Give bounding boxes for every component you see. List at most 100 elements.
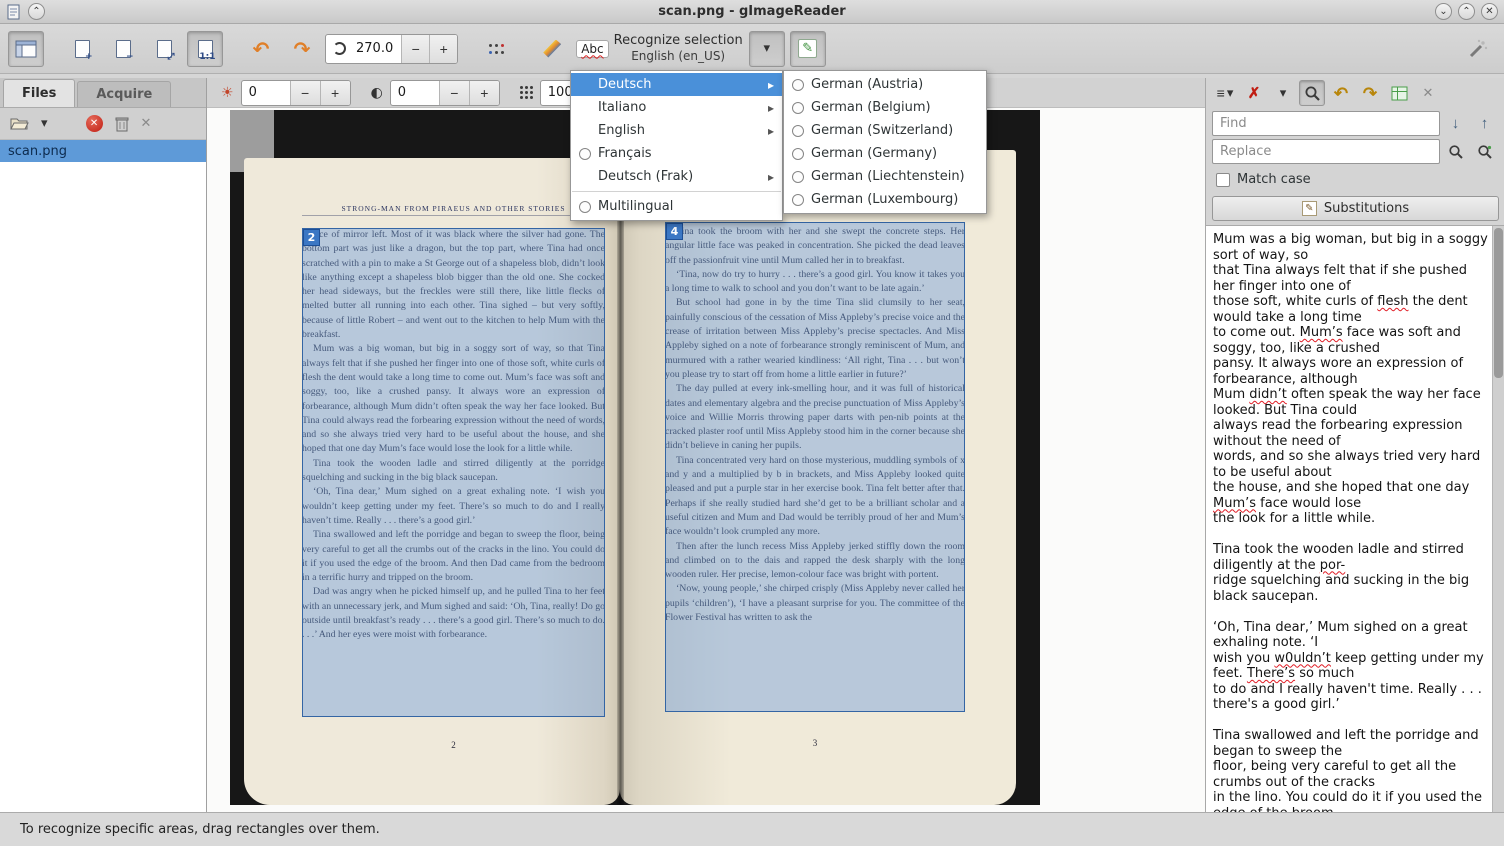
replace-input[interactable] xyxy=(1212,139,1440,164)
brightness-value[interactable]: 0 xyxy=(242,85,290,100)
language-menu-item-italiano[interactable]: Italiano▸ xyxy=(571,96,782,119)
match-case-checkbox[interactable] xyxy=(1216,173,1230,187)
language-menu-item-multilingual[interactable]: Multilingual xyxy=(571,195,782,218)
auto-layout-button[interactable] xyxy=(1460,31,1496,67)
maximize-icon: ⌃ xyxy=(1462,7,1470,17)
recognize-language-dropdown-button[interactable]: ▾ xyxy=(749,31,785,67)
find-next-button[interactable]: ↓ xyxy=(1442,111,1469,136)
rotation-spinbox: 270.0 − + xyxy=(325,34,458,64)
strip-options-dropdown[interactable]: ▾ xyxy=(1270,80,1296,106)
language-submenu-item-german-switzerland-[interactable]: German (Switzerland) xyxy=(784,119,986,142)
tab-acquire[interactable]: Acquire xyxy=(77,81,171,107)
output-scrollbar[interactable] xyxy=(1492,226,1504,812)
insert-mode-button[interactable]: ≡ ▾ xyxy=(1212,80,1238,106)
replace-button[interactable] xyxy=(1442,139,1469,164)
shade-icon: ⌃ xyxy=(32,7,40,17)
open-dropdown-icon[interactable]: ▾ xyxy=(41,116,48,131)
tab-files[interactable]: Files xyxy=(3,79,75,107)
recognize-button[interactable]: Abc Recognize selection English (en_US) xyxy=(575,31,743,67)
brightness-decrease-button[interactable]: − xyxy=(290,81,320,105)
maximize-button[interactable]: ⌃ xyxy=(1458,3,1475,20)
page-selection-button[interactable] xyxy=(478,31,514,67)
selection-region-right[interactable]: 4 xyxy=(665,222,965,712)
zoom-original-button[interactable] xyxy=(187,31,223,67)
file-list[interactable]: scan.png xyxy=(0,140,206,812)
adjust-colors-icon xyxy=(543,40,561,58)
minimize-icon: ⌄ xyxy=(1439,7,1447,17)
contrast-decrease-button[interactable]: − xyxy=(439,81,469,105)
book-header: STRONG-MAN FROM PIRAEUS AND OTHER STORIE… xyxy=(302,204,605,216)
redo-button[interactable]: ↷ xyxy=(1357,80,1383,106)
radio-icon xyxy=(579,201,591,213)
replace-all-icon xyxy=(1477,144,1493,160)
substitutions-button[interactable]: ✎ Substitutions xyxy=(1212,196,1499,221)
find-prev-button[interactable]: ↑ xyxy=(1471,111,1498,136)
clear-output-button[interactable]: ✕ xyxy=(1415,80,1441,106)
adjust-colors-button[interactable] xyxy=(534,31,570,67)
page-number-left: 2 xyxy=(302,740,605,750)
chevron-down-icon: ▾ xyxy=(1280,85,1287,101)
language-menu: Deutsch▸Italiano▸English▸ Français Deutsch… xyxy=(570,70,783,221)
zoom-fit-icon xyxy=(157,40,172,58)
clear-files-icon[interactable]: ✕ xyxy=(141,116,152,131)
open-folder-icon[interactable] xyxy=(10,116,29,131)
language-menu-item-deutsch-frak-[interactable]: Deutsch (Frak)▸ xyxy=(571,165,782,188)
language-submenu: German (Austria)German (Belgium)German (… xyxy=(783,70,987,214)
minimize-button[interactable]: ⌄ xyxy=(1435,3,1452,20)
menu-item-label: Français xyxy=(598,146,774,161)
selection-region-left[interactable]: 2 xyxy=(302,228,605,717)
rotate-left-button[interactable]: ↶ xyxy=(243,31,279,67)
menu-item-gutter xyxy=(790,148,805,160)
rotate-right-icon: ↷ xyxy=(294,39,311,59)
brightness-increase-button[interactable]: + xyxy=(320,81,350,105)
language-submenu-item-german-luxembourg-[interactable]: German (Luxembourg) xyxy=(784,188,986,211)
file-list-item[interactable]: scan.png xyxy=(0,140,206,162)
substitutions-label: Substitutions xyxy=(1324,201,1409,216)
output-pane-icon: ✎ xyxy=(798,39,817,58)
chevron-down-icon: ▾ xyxy=(763,41,770,56)
rotation-decrease-button[interactable]: − xyxy=(401,35,429,63)
language-menu-item-fran-ais[interactable]: Français xyxy=(571,142,782,165)
zoom-out-button[interactable] xyxy=(105,31,141,67)
find-replace-toggle[interactable] xyxy=(1299,80,1325,106)
window-shade-button[interactable]: ⌃ xyxy=(28,3,45,20)
zoom-in-button[interactable] xyxy=(64,31,100,67)
language-submenu-item-german-austria-[interactable]: German (Austria) xyxy=(784,73,986,96)
language-submenu-item-german-germany-[interactable]: German (Germany) xyxy=(784,142,986,165)
menu-item-gutter xyxy=(577,201,592,213)
output-text-area[interactable]: Mum was a big woman, but big in a soggy … xyxy=(1206,225,1504,812)
close-button[interactable]: ✕ xyxy=(1481,3,1498,20)
remove-file-button[interactable]: ✕ xyxy=(86,115,103,132)
strip-line-breaks-button[interactable]: ✗ xyxy=(1241,80,1267,106)
contrast-increase-button[interactable]: + xyxy=(469,81,499,105)
controls-pane-icon xyxy=(15,40,37,58)
menu-item-label: Deutsch xyxy=(598,77,762,92)
language-submenu-item-german-liechtenstein-[interactable]: German (Liechtenstein) xyxy=(784,165,986,188)
gimagereader-window: ⌃ scan.png - gImageReader ⌄ ⌃ ✕ ↶ ↷ 270.… xyxy=(0,0,1504,846)
zoom-fit-button[interactable] xyxy=(146,31,182,67)
replace-all-button[interactable] xyxy=(1471,139,1498,164)
output-pane-toggle-button[interactable]: ✎ xyxy=(790,31,826,67)
radio-icon xyxy=(792,194,804,206)
undo-icon: ↶ xyxy=(1334,85,1348,102)
find-input[interactable] xyxy=(1212,111,1440,136)
titlebar: ⌃ scan.png - gImageReader ⌄ ⌃ ✕ xyxy=(0,0,1504,24)
rotate-right-button[interactable]: ↷ xyxy=(284,31,320,67)
language-menu-item-english[interactable]: English▸ xyxy=(571,119,782,142)
radio-icon xyxy=(792,171,804,183)
menu-item-label: Multilingual xyxy=(598,199,774,214)
ocr-text[interactable]: Mum was a big woman, but big in a soggy … xyxy=(1206,226,1492,812)
recognize-language-label: English (en_US) xyxy=(631,49,725,64)
undo-button[interactable]: ↶ xyxy=(1328,80,1354,106)
replace-icon xyxy=(1448,144,1464,160)
contrast-value[interactable]: 0 xyxy=(391,85,439,100)
show-controls-toggle[interactable] xyxy=(8,31,44,67)
delete-file-icon[interactable] xyxy=(115,116,129,132)
language-submenu-item-german-belgium-[interactable]: German (Belgium) xyxy=(784,96,986,119)
save-output-button[interactable] xyxy=(1386,80,1412,106)
rotation-value[interactable]: 270.0 xyxy=(348,41,401,56)
output-scrollbar-thumb[interactable] xyxy=(1494,228,1503,378)
rotation-increase-button[interactable]: + xyxy=(429,35,457,63)
language-menu-item-deutsch[interactable]: Deutsch▸ xyxy=(571,73,782,96)
page-number-right: 3 xyxy=(665,738,965,748)
